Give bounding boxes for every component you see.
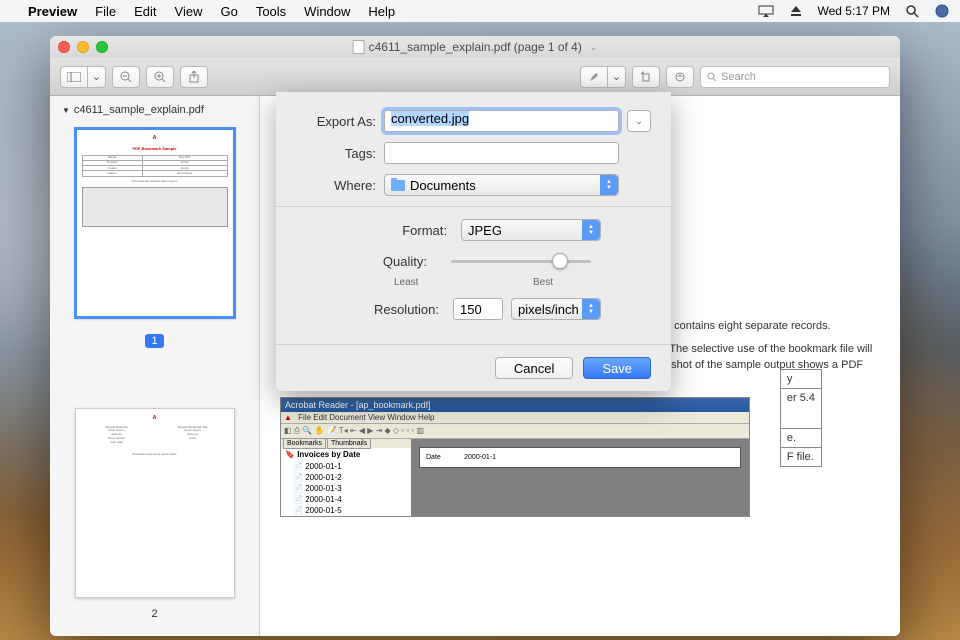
page-thumbnail-2[interactable]: A Sample Data Filelorem ipsumdolor sitam… [75,408,235,598]
save-button[interactable]: Save [583,357,651,379]
rotate-button[interactable] [632,66,660,88]
go-menu[interactable]: Go [220,4,237,19]
page-thumbnail-1[interactable]: A PDF Bookmark Sample SampleMay 2001Prep… [75,128,235,318]
export-as-label: Export As: [296,114,384,129]
expand-dialog-button[interactable]: ⌄ [627,110,651,132]
menu-bar: Preview File Edit View Go Tools Window H… [0,0,960,22]
resolution-units-select[interactable]: pixels/inch ▲▼ [511,298,601,320]
chevron-down-icon: ⌄ [590,42,598,53]
edit-menu[interactable]: Edit [134,4,156,19]
format-label: Format: [402,223,455,238]
airplay-icon[interactable] [758,3,774,19]
folder-icon [391,180,405,191]
resolution-label: Resolution: [374,302,447,317]
markup-button[interactable] [666,66,694,88]
partial-content: y er 5.4 e. F file. [780,369,822,467]
sidebar-filename[interactable]: c4611_sample_explain.pdf [56,102,253,118]
cancel-button[interactable]: Cancel [495,357,573,379]
minimize-button[interactable] [77,41,89,53]
search-field[interactable]: Search [700,66,890,88]
sidebar-toggle[interactable] [60,66,88,88]
tools-menu[interactable]: Tools [256,4,286,19]
quality-label: Quality: [383,254,435,269]
resolution-input[interactable] [453,298,503,320]
where-label: Where: [296,178,384,193]
sidebar-menu[interactable]: ⌄ [88,66,106,88]
share-button[interactable] [180,66,208,88]
quality-least-label: Least [394,277,418,288]
close-button[interactable] [58,41,70,53]
titlebar[interactable]: c4611_sample_explain.pdf (page 1 of 4) ⌄ [50,36,900,58]
highlight-button[interactable] [580,66,608,88]
page-number-2: 2 [56,608,253,620]
window-menu[interactable]: Window [304,4,350,19]
search-icon [707,72,717,82]
select-arrows-icon: ▲▼ [600,175,618,195]
slider-thumb[interactable] [552,253,568,269]
zoom-in-button[interactable] [146,66,174,88]
select-arrows-icon: ▲▼ [582,299,600,319]
notification-center-icon[interactable] [934,3,950,19]
quality-slider[interactable] [451,251,591,271]
highlight-menu[interactable]: ⌄ [608,66,626,88]
quality-best-label: Best [533,277,553,288]
where-select[interactable]: Documents ▲▼ [384,174,619,196]
page-number-1: 1 [145,334,163,348]
file-menu[interactable]: File [95,4,116,19]
document-icon [353,40,365,54]
export-as-input[interactable]: converted.jpg [384,110,619,132]
embedded-screenshot: Acrobat Reader - [ap_bookmark.pdf] ▲ Fil… [280,397,750,517]
format-select[interactable]: JPEG ▲▼ [461,219,601,241]
spotlight-icon[interactable] [904,3,920,19]
thumbnails-sidebar: c4611_sample_explain.pdf A PDF Bookmark … [50,96,260,636]
clock[interactable]: Wed 5:17 PM [818,4,890,18]
maximize-button[interactable] [96,41,108,53]
tags-label: Tags: [296,146,384,161]
zoom-out-button[interactable] [112,66,140,88]
view-menu[interactable]: View [175,4,203,19]
select-arrows-icon: ▲▼ [582,220,600,240]
tags-input[interactable] [384,142,619,164]
window-title[interactable]: c4611_sample_explain.pdf (page 1 of 4) ⌄ [353,40,598,54]
export-dialog: Export As: converted.jpg ⌄ Tags: Where: … [276,92,671,391]
eject-icon[interactable] [788,3,804,19]
help-menu[interactable]: Help [368,4,395,19]
toolbar: ⌄ ⌄ Search [50,58,900,96]
app-menu[interactable]: Preview [28,4,77,19]
